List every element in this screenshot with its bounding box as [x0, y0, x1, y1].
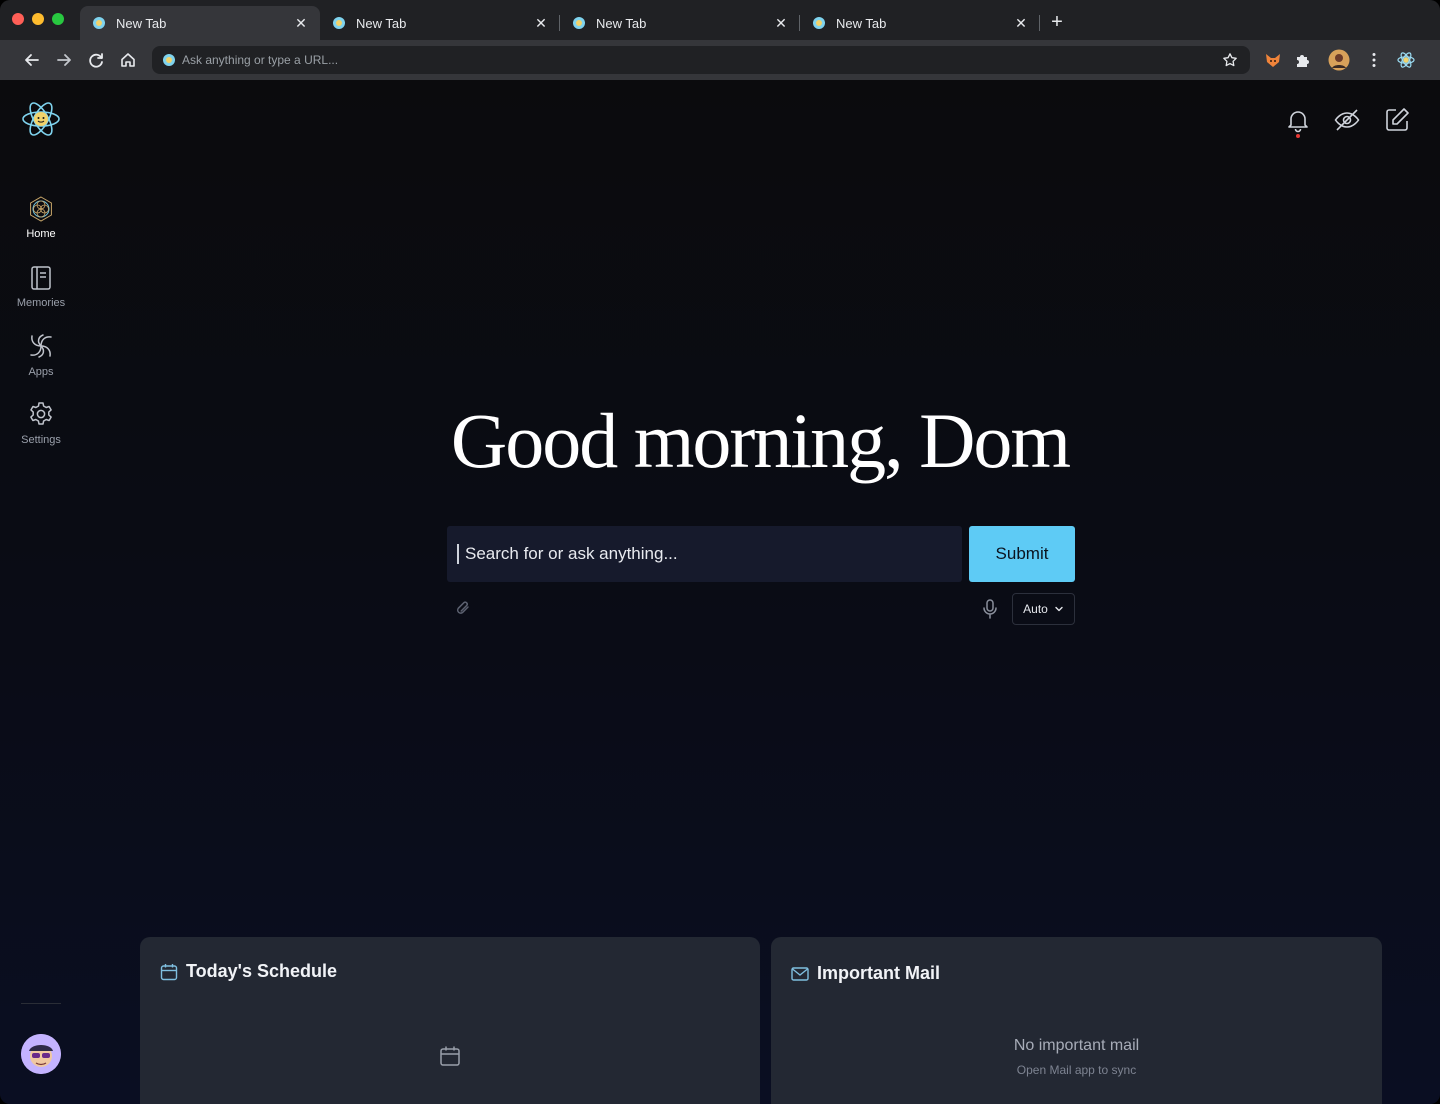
bell-icon[interactable]	[1284, 106, 1312, 134]
sidebar-item-home[interactable]: Home	[0, 196, 82, 256]
sidebar: Home Memories Apps Settings	[0, 80, 82, 1104]
star-icon[interactable]	[1222, 52, 1238, 68]
mail-empty-title: No important mail	[1013, 1037, 1140, 1054]
chevron-down-icon	[1055, 606, 1063, 612]
mail-icon	[791, 966, 809, 981]
swirl-icon	[30, 334, 52, 358]
mode-select[interactable]: Auto	[1012, 593, 1075, 625]
mail-card-title: Important Mail	[817, 963, 941, 983]
tab-favicon-icon	[333, 17, 345, 29]
mail-empty-subtitle: Open Mail app to sync	[1016, 1063, 1137, 1077]
microphone-icon[interactable]	[980, 598, 1000, 620]
sidebar-item-memories[interactable]: Memories	[0, 265, 82, 325]
maximize-window-button[interactable]	[52, 13, 64, 25]
sidebar-divider	[21, 1003, 61, 1004]
sidebar-item-apps[interactable]: Apps	[0, 332, 82, 392]
text-caret	[457, 544, 459, 564]
sidebar-item-label: Memories	[16, 297, 66, 309]
tab-title: New Tab	[356, 15, 407, 31]
atom-logo-icon[interactable]	[20, 98, 62, 140]
tab-1[interactable]: New Tab ✕	[80, 6, 320, 40]
omnibox-favicon-icon	[163, 54, 175, 66]
empty-calendar-icon	[440, 1046, 460, 1066]
schedule-card-header: Today's Schedule	[160, 961, 337, 982]
eye-off-icon[interactable]	[1333, 106, 1361, 134]
close-tab-icon[interactable]: ✕	[534, 15, 548, 32]
tab-3[interactable]: New Tab ✕	[560, 6, 800, 40]
close-tab-icon[interactable]: ✕	[1014, 15, 1028, 32]
edit-icon[interactable]	[1383, 106, 1411, 134]
greeting-title: Good morning, Dom	[450, 397, 1071, 484]
search-row: Submit	[447, 526, 1075, 582]
submit-button[interactable]: Submit	[969, 526, 1075, 582]
sidebar-item-label: Settings	[21, 434, 61, 446]
atom-extension-icon[interactable]	[1396, 50, 1416, 70]
fox-extension-icon[interactable]	[1263, 50, 1283, 70]
browser-toolbar	[0, 40, 1440, 80]
search-input[interactable]	[465, 544, 945, 564]
mode-select-value: Auto	[1023, 602, 1048, 616]
mail-card-header: Important Mail	[791, 963, 940, 984]
app-content: Home Memories Apps Settings Good morning…	[0, 80, 1440, 1104]
browser-window: New Tab ✕ New Tab ✕ New Tab ✕ New Tab ✕ …	[0, 0, 1440, 1104]
reload-icon[interactable]	[86, 50, 106, 70]
home-mandala-icon	[30, 196, 52, 222]
tab-favicon-icon	[93, 17, 105, 29]
paperclip-icon[interactable]	[453, 598, 473, 618]
user-avatar[interactable]	[21, 1034, 61, 1074]
schedule-card-title: Today's Schedule	[186, 961, 337, 981]
tab-4[interactable]: New Tab ✕	[800, 6, 1040, 40]
profile-avatar[interactable]	[1328, 49, 1350, 71]
back-icon[interactable]	[22, 50, 42, 70]
gear-icon	[30, 402, 52, 425]
mail-card: Important Mail No important mail Open Ma…	[771, 937, 1382, 1104]
omnibox-input[interactable]	[182, 53, 1182, 67]
tab-title: New Tab	[836, 15, 887, 31]
tab-title: New Tab	[596, 15, 647, 31]
close-tab-icon[interactable]: ✕	[294, 15, 308, 32]
forward-icon[interactable]	[54, 50, 74, 70]
sidebar-item-label: Apps	[28, 366, 54, 378]
calendar-icon	[160, 963, 178, 980]
sidebar-item-label: Home	[26, 228, 56, 240]
puzzle-extension-icon[interactable]	[1293, 50, 1313, 70]
tab-2[interactable]: New Tab ✕	[320, 6, 560, 40]
tab-favicon-icon	[573, 17, 585, 29]
tab-separator	[1039, 15, 1040, 31]
close-tab-icon[interactable]: ✕	[774, 15, 788, 32]
notification-dot	[1296, 134, 1300, 138]
omnibox[interactable]	[152, 46, 1250, 74]
tab-title: New Tab	[116, 15, 167, 31]
schedule-card: Today's Schedule	[140, 937, 760, 1104]
close-window-button[interactable]	[12, 13, 24, 25]
minimize-window-button[interactable]	[32, 13, 44, 25]
home-icon[interactable]	[118, 50, 138, 70]
kebab-menu-icon[interactable]	[1364, 50, 1384, 70]
user-avatar-image	[21, 1034, 61, 1074]
search-box[interactable]	[447, 526, 962, 582]
tab-strip: New Tab ✕ New Tab ✕ New Tab ✕ New Tab ✕ …	[0, 0, 1440, 40]
sidebar-item-settings[interactable]: Settings	[0, 400, 82, 460]
new-tab-button[interactable]: +	[1047, 12, 1067, 32]
notebook-icon	[31, 266, 51, 290]
tab-favicon-icon	[813, 17, 825, 29]
